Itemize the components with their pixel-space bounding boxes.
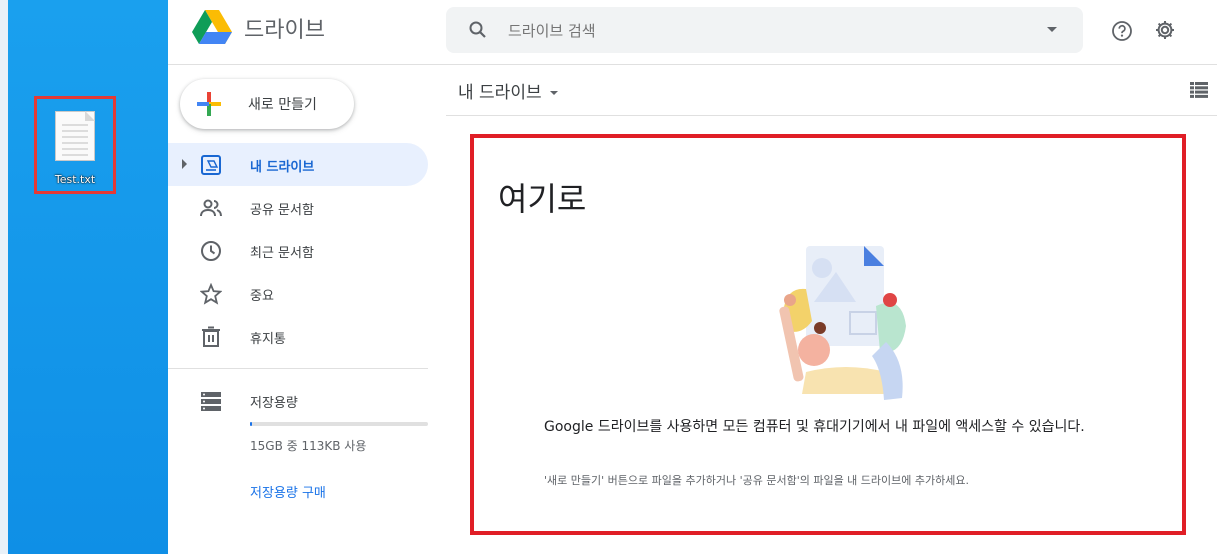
sidebar-item-label: 공유 문서함 — [250, 203, 314, 218]
desktop-file-test-txt[interactable]: Test.txt — [34, 96, 116, 194]
gear-icon[interactable] — [1153, 18, 1177, 42]
new-button[interactable]: 새로 만들기 — [180, 79, 354, 129]
drop-zone[interactable]: 여기로 Google 드라이브를 사용하면 모든 컴퓨터 및 휴대기기에서 내 … — [470, 134, 1186, 535]
drive-logo-icon[interactable] — [192, 10, 232, 46]
search-options-icon[interactable] — [1047, 27, 1057, 32]
sidebar-item-label: 중요 — [250, 289, 274, 304]
sidebar-nav: 내 드라이브 공유 문서함 최근 문서함 중요 휴지통 — [168, 143, 428, 358]
chevron-down-icon — [549, 91, 558, 95]
star-icon — [200, 283, 222, 305]
drive-app: 드라이브 새로 만들기 — [168, 0, 1217, 554]
breadcrumb-label: 내 드라이브 — [458, 83, 542, 103]
buy-storage-link[interactable]: 저장용량 구매 — [250, 482, 326, 501]
trash-icon — [202, 326, 220, 347]
main-divider — [446, 115, 1217, 116]
sidebar-divider — [168, 368, 428, 369]
empty-drive-illustration — [779, 246, 906, 400]
storage-usage-text: 15GB 중 113KB 사용 — [250, 439, 367, 453]
desktop-file-label: Test.txt — [54, 173, 96, 186]
storage-progress-bar — [250, 422, 428, 426]
sidebar-item-trash[interactable]: 휴지통 — [168, 315, 428, 358]
desktop-edge — [0, 0, 8, 554]
sidebar-item-label: 휴지통 — [250, 332, 286, 347]
sidebar-item-my-drive[interactable]: 내 드라이브 — [168, 143, 428, 186]
list-view-icon[interactable] — [1190, 82, 1208, 98]
drop-zone-message: Google 드라이브를 사용하면 모든 컴퓨터 및 휴대기기에서 내 파일에 … — [544, 419, 1085, 435]
drop-zone-hint: '새로 만들기' 버튼으로 파일을 추가하거나 '공유 문서함'의 파일을 내 … — [544, 474, 969, 487]
sidebar-item-label: 내 드라이브 — [250, 160, 315, 175]
drop-zone-title: 여기로 — [498, 180, 587, 218]
text-file-icon — [55, 111, 95, 161]
sidebar-item-starred[interactable]: 중요 — [168, 272, 428, 315]
search-icon[interactable] — [468, 20, 488, 40]
shared-people-icon — [200, 199, 222, 217]
sidebar-item-shared[interactable]: 공유 문서함 — [168, 186, 428, 229]
sidebar-item-recent[interactable]: 최근 문서함 — [168, 229, 428, 272]
sidebar-item-label: 최근 문서함 — [250, 246, 314, 261]
expand-arrow-icon[interactable] — [182, 159, 187, 169]
storage-icon — [201, 392, 221, 411]
new-button-label: 새로 만들기 — [248, 97, 317, 113]
search-input[interactable] — [506, 18, 1010, 44]
help-icon[interactable] — [1111, 20, 1133, 42]
my-drive-icon — [201, 155, 221, 175]
plus-icon — [197, 92, 221, 116]
storage-label[interactable]: 저장용량 — [250, 392, 298, 411]
header-divider — [168, 64, 1217, 65]
search-bar[interactable] — [446, 7, 1083, 53]
clock-icon — [201, 241, 221, 261]
desktop-background: Test.txt — [0, 0, 168, 554]
breadcrumb[interactable]: 내 드라이브 — [458, 78, 558, 103]
app-title[interactable]: 드라이브 — [244, 12, 325, 44]
